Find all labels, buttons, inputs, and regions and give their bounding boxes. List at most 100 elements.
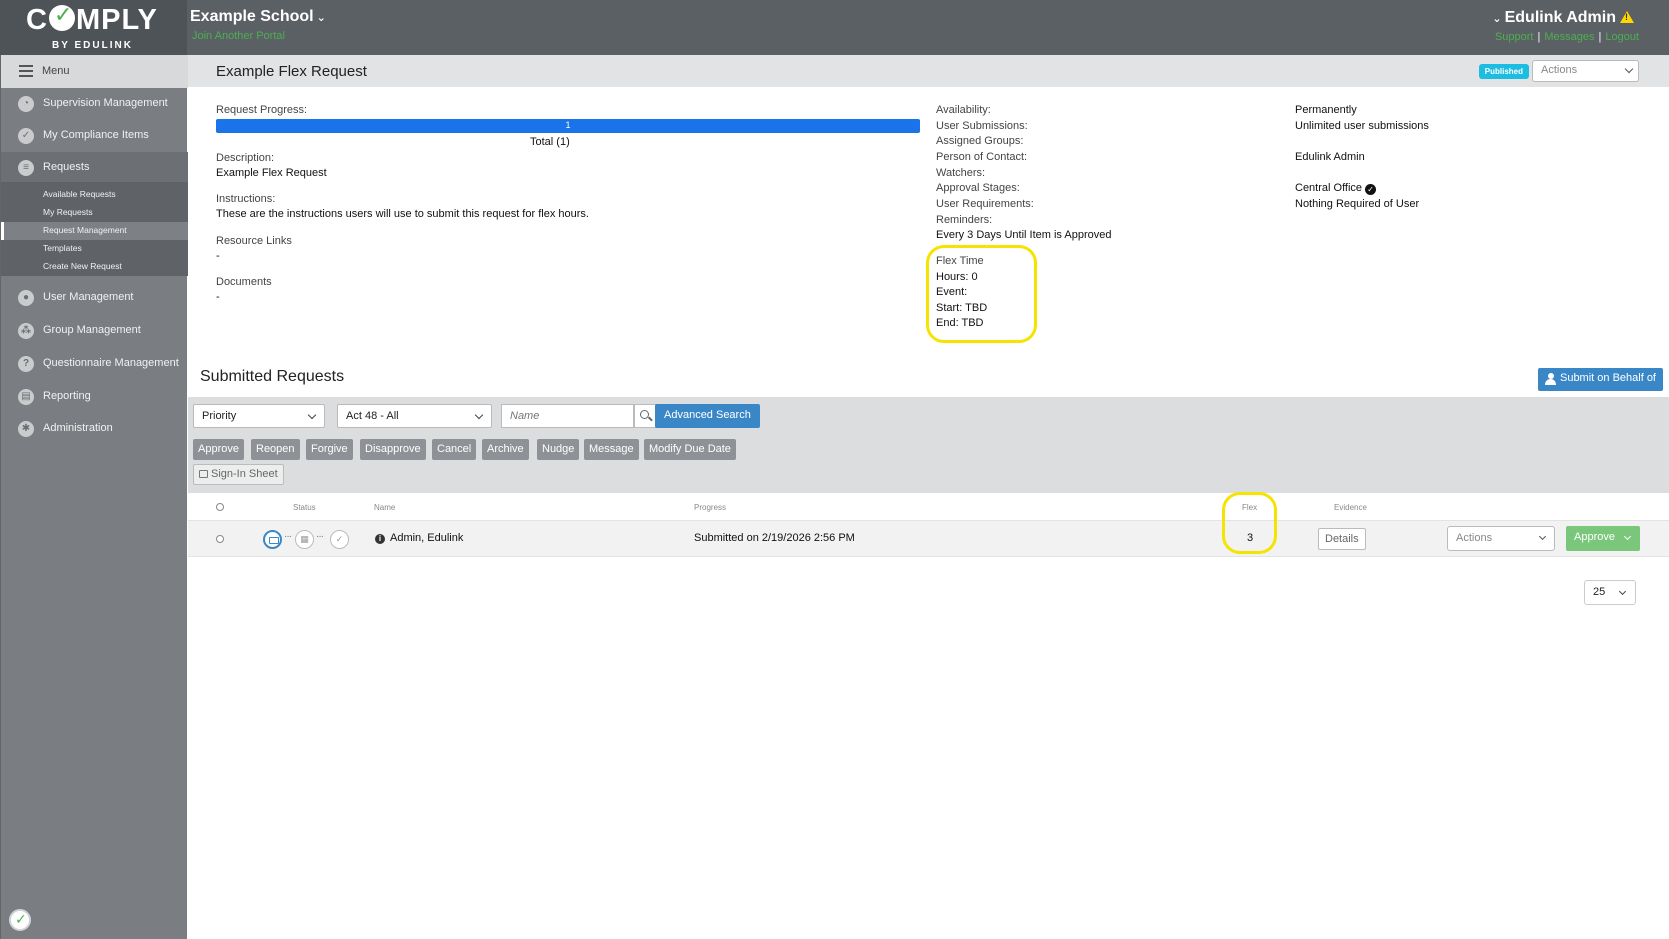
search-icon[interactable]: [634, 404, 656, 428]
user-submissions-label: User Submissions:: [936, 120, 1028, 132]
bulk-nudge-button[interactable]: Nudge: [537, 439, 580, 460]
approval-stages-label: Approval Stages:: [936, 182, 1020, 194]
bulk-approve-button[interactable]: Approve: [193, 439, 244, 460]
bulk-modify-due-date-button[interactable]: Modify Due Date: [644, 439, 736, 460]
sidebar-subitem-my-requests[interactable]: My Requests: [1, 204, 188, 222]
column-name[interactable]: Name: [374, 503, 395, 512]
gear-icon: ✱: [18, 421, 34, 437]
instructions-label: Instructions:: [216, 193, 276, 205]
person-of-contact-label: Person of Contact:: [936, 151, 1028, 163]
main-content: Example Flex Request Published Actions R…: [188, 55, 1669, 939]
info-icon[interactable]: i: [375, 534, 385, 544]
comply-logo[interactable]: CMPLY BY EDULINK: [0, 0, 187, 55]
warning-icon[interactable]: [1620, 11, 1634, 23]
sidebar-item-questionnaire[interactable]: ? Questionnaire Management: [1, 348, 188, 380]
row-name[interactable]: Admin, Edulink: [390, 532, 463, 544]
support-link[interactable]: Support: [1495, 31, 1534, 43]
bulk-message-button[interactable]: Message: [584, 439, 639, 460]
name-search-input[interactable]: [501, 404, 634, 428]
description-value: Example Flex Request: [216, 167, 327, 179]
bulk-disapprove-button[interactable]: Disapprove: [360, 439, 426, 460]
bulk-reopen-button[interactable]: Reopen: [251, 439, 300, 460]
group-select[interactable]: Act 48 - All: [337, 404, 492, 428]
person-of-contact-value: Edulink Admin: [1295, 151, 1365, 163]
column-status[interactable]: Status: [293, 503, 316, 512]
chevron-down-icon: ⌄: [1492, 13, 1502, 25]
logo-subtitle: BY EDULINK: [52, 40, 133, 51]
sidebar-item-compliance[interactable]: ✓ My Compliance Items: [1, 120, 188, 152]
bulk-archive-button[interactable]: Archive: [482, 439, 529, 460]
join-portal-link[interactable]: Join Another Portal: [192, 30, 285, 42]
gauge-icon: ◔: [18, 96, 34, 112]
priority-select[interactable]: Priority: [193, 404, 325, 428]
instructions-value: These are the instructions users will us…: [216, 208, 589, 220]
row-actions-dropdown[interactable]: Actions: [1447, 526, 1555, 551]
availability-value: Permanently: [1295, 104, 1357, 116]
flex-time-highlight: [926, 245, 1037, 343]
printer-icon: [199, 470, 208, 478]
sidebar-subitem-request-management[interactable]: Request Management: [1, 222, 188, 240]
select-all-radio[interactable]: [216, 503, 224, 511]
column-progress[interactable]: Progress: [694, 503, 726, 512]
requests-submenu: Available Requests My Requests Request M…: [1, 182, 188, 276]
sidebar-item-group-management[interactable]: ⁂ Group Management: [1, 315, 188, 347]
add-user-icon: [1544, 373, 1556, 385]
column-evidence[interactable]: Evidence: [1334, 503, 1367, 512]
assigned-groups-label: Assigned Groups:: [936, 135, 1024, 147]
request-progress-bar: 1: [216, 119, 920, 133]
check-icon: ✓: [18, 128, 34, 144]
bulk-cancel-button[interactable]: Cancel: [432, 439, 477, 460]
title-bar: Example Flex Request Published Actions: [188, 55, 1669, 87]
chevron-down-icon: [1623, 532, 1632, 541]
reminders-label: Reminders:: [936, 214, 993, 226]
inbox-icon[interactable]: [263, 530, 282, 549]
details-button[interactable]: Details: [1318, 528, 1366, 550]
user-requirements-label: User Requirements:: [936, 198, 1034, 210]
sidebar-subitem-available-requests[interactable]: Available Requests: [1, 186, 188, 204]
approve-button[interactable]: Approve: [1566, 526, 1640, 551]
flex-column-highlight: [1222, 492, 1277, 554]
resource-links-value: -: [216, 250, 220, 262]
page-size-select[interactable]: 25: [1584, 580, 1636, 605]
status-badge: Published: [1478, 64, 1529, 79]
sidebar-item-reporting[interactable]: ▤ Reporting: [1, 381, 188, 413]
top-links: Support | Messages | Logout: [1495, 31, 1639, 43]
bulk-forgive-button[interactable]: Forgive: [306, 439, 353, 460]
documents-value: -: [216, 291, 220, 303]
sidebar-subitem-templates[interactable]: Templates: [1, 240, 188, 258]
sidebar-item-user-management[interactable]: ● User Management: [1, 282, 188, 314]
logout-link[interactable]: Logout: [1605, 31, 1639, 43]
chevron-down-icon: [1624, 64, 1634, 74]
top-bar: CMPLY BY EDULINK Example School⌄ Join An…: [0, 0, 1669, 55]
sidebar-item-administration[interactable]: ✱ Administration: [1, 413, 188, 445]
admin-user-menu[interactable]: ⌄ Edulink Admin: [1492, 9, 1634, 27]
sign-in-sheet-button[interactable]: Sign-In Sheet: [193, 464, 284, 485]
user-submissions-value: Unlimited user submissions: [1295, 120, 1429, 132]
page-actions-dropdown[interactable]: Actions: [1532, 60, 1639, 82]
sidebar-subitem-create-new-request[interactable]: Create New Request: [1, 258, 188, 276]
messages-link[interactable]: Messages: [1544, 31, 1594, 43]
sidebar-item-requests[interactable]: ≡ Requests: [1, 152, 188, 184]
user-icon: ●: [18, 290, 34, 306]
user-requirements-value: Nothing Required of User: [1295, 198, 1420, 210]
link-separator: |: [1537, 31, 1541, 43]
table-row[interactable]: ··· ▦ ··· ✓ i Admin, Edulink Submitted o…: [188, 521, 1669, 557]
chevron-down-icon: [1618, 587, 1627, 596]
row-select-radio[interactable]: [216, 535, 224, 543]
submit-on-behalf-button[interactable]: Submit on Behalf of: [1537, 368, 1663, 391]
progress-value: 1: [565, 120, 571, 130]
table-header: Status Name Progress Flex Evidence: [188, 493, 1669, 521]
status-check-icon[interactable]: [9, 909, 31, 931]
advanced-search-button[interactable]: Advanced Search: [655, 404, 760, 428]
documents-label: Documents: [216, 276, 272, 288]
check-icon[interactable]: ✓: [330, 530, 349, 549]
question-icon: ?: [18, 356, 34, 372]
school-selector[interactable]: Example School ⌄: [190, 8, 326, 26]
hamburger-icon: [19, 65, 33, 77]
calendar-icon[interactable]: ▦: [295, 530, 314, 549]
description-label: Description:: [216, 152, 275, 164]
row-progress: Submitted on 2/19/2026 2:56 PM: [694, 532, 855, 544]
menu-toggle[interactable]: Menu: [1, 55, 188, 88]
sidebar-item-supervision[interactable]: ◔ Supervision Management: [1, 88, 188, 120]
report-icon: ▤: [18, 389, 34, 405]
